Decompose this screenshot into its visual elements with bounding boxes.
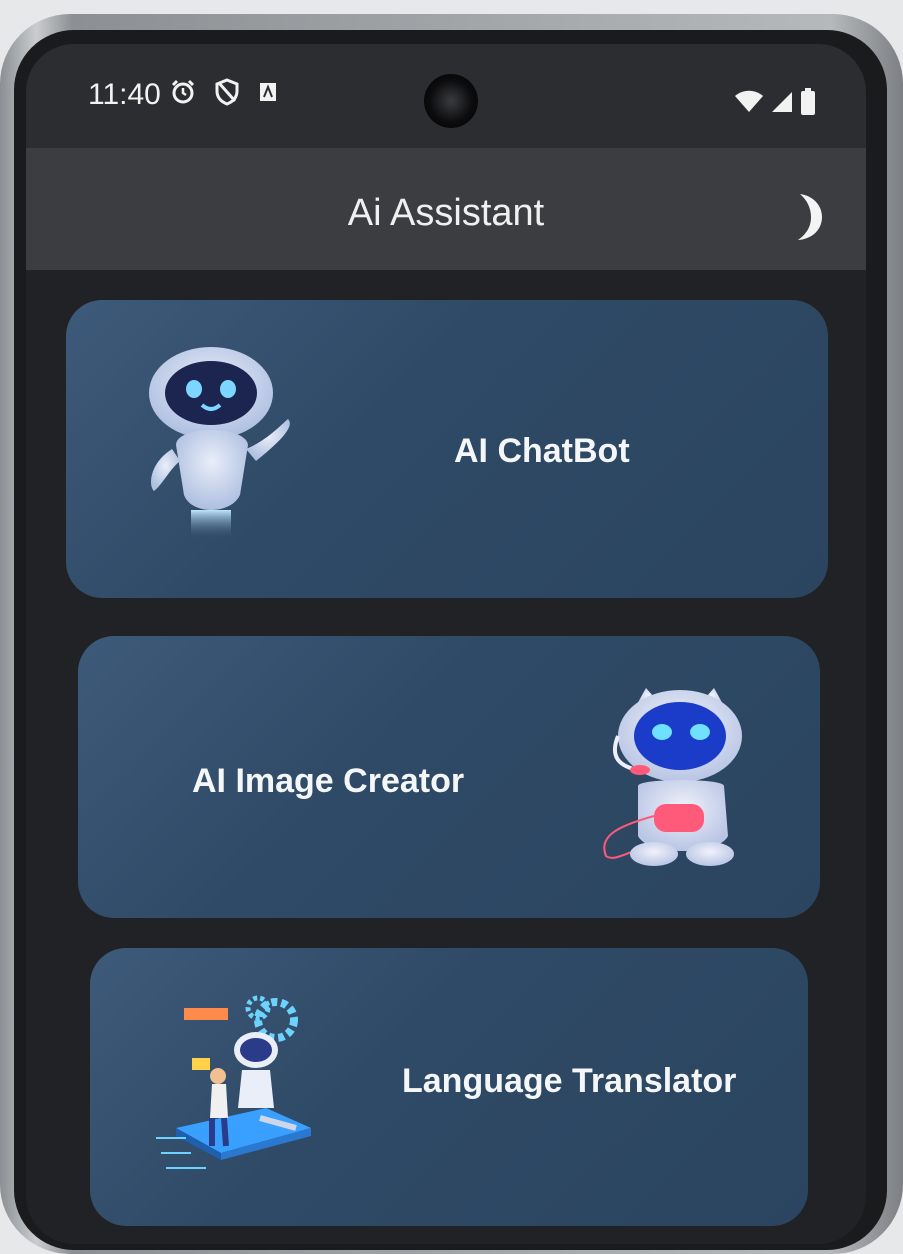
status-icons-left xyxy=(170,78,278,111)
app-title: Ai Assistant xyxy=(347,192,545,234)
status-time: 11:40 xyxy=(88,78,161,111)
card-ai-image-creator[interactable]: AI Image Creator xyxy=(78,636,820,918)
notification-icon xyxy=(258,81,278,108)
card-ai-chatbot[interactable]: AI ChatBot xyxy=(66,300,828,598)
battery-icon xyxy=(800,88,816,121)
wifi-icon xyxy=(734,90,764,119)
robot-waving-illustration xyxy=(136,345,306,545)
card-language-translator[interactable]: Language Translator xyxy=(90,948,808,1226)
signal-icon xyxy=(770,90,794,119)
app-bar: Ai Assistant xyxy=(26,148,866,270)
card-label: AI Image Creator xyxy=(192,762,465,800)
alarm-icon xyxy=(170,79,196,110)
theme-toggle-button[interactable] xyxy=(782,192,826,242)
translator-illustration xyxy=(146,978,326,1178)
front-camera xyxy=(424,74,478,128)
robot-headset-illustration xyxy=(588,686,768,876)
shield-icon xyxy=(214,78,240,111)
moon-icon xyxy=(798,194,822,240)
status-icons-right xyxy=(734,88,816,121)
status-bar: 11:40 xyxy=(26,44,866,148)
card-label: Language Translator xyxy=(402,1062,737,1100)
card-label: AI ChatBot xyxy=(454,432,630,470)
phone-screen: 11:40 Ai Assistant AI ChatBot AI Image C… xyxy=(26,44,866,1244)
